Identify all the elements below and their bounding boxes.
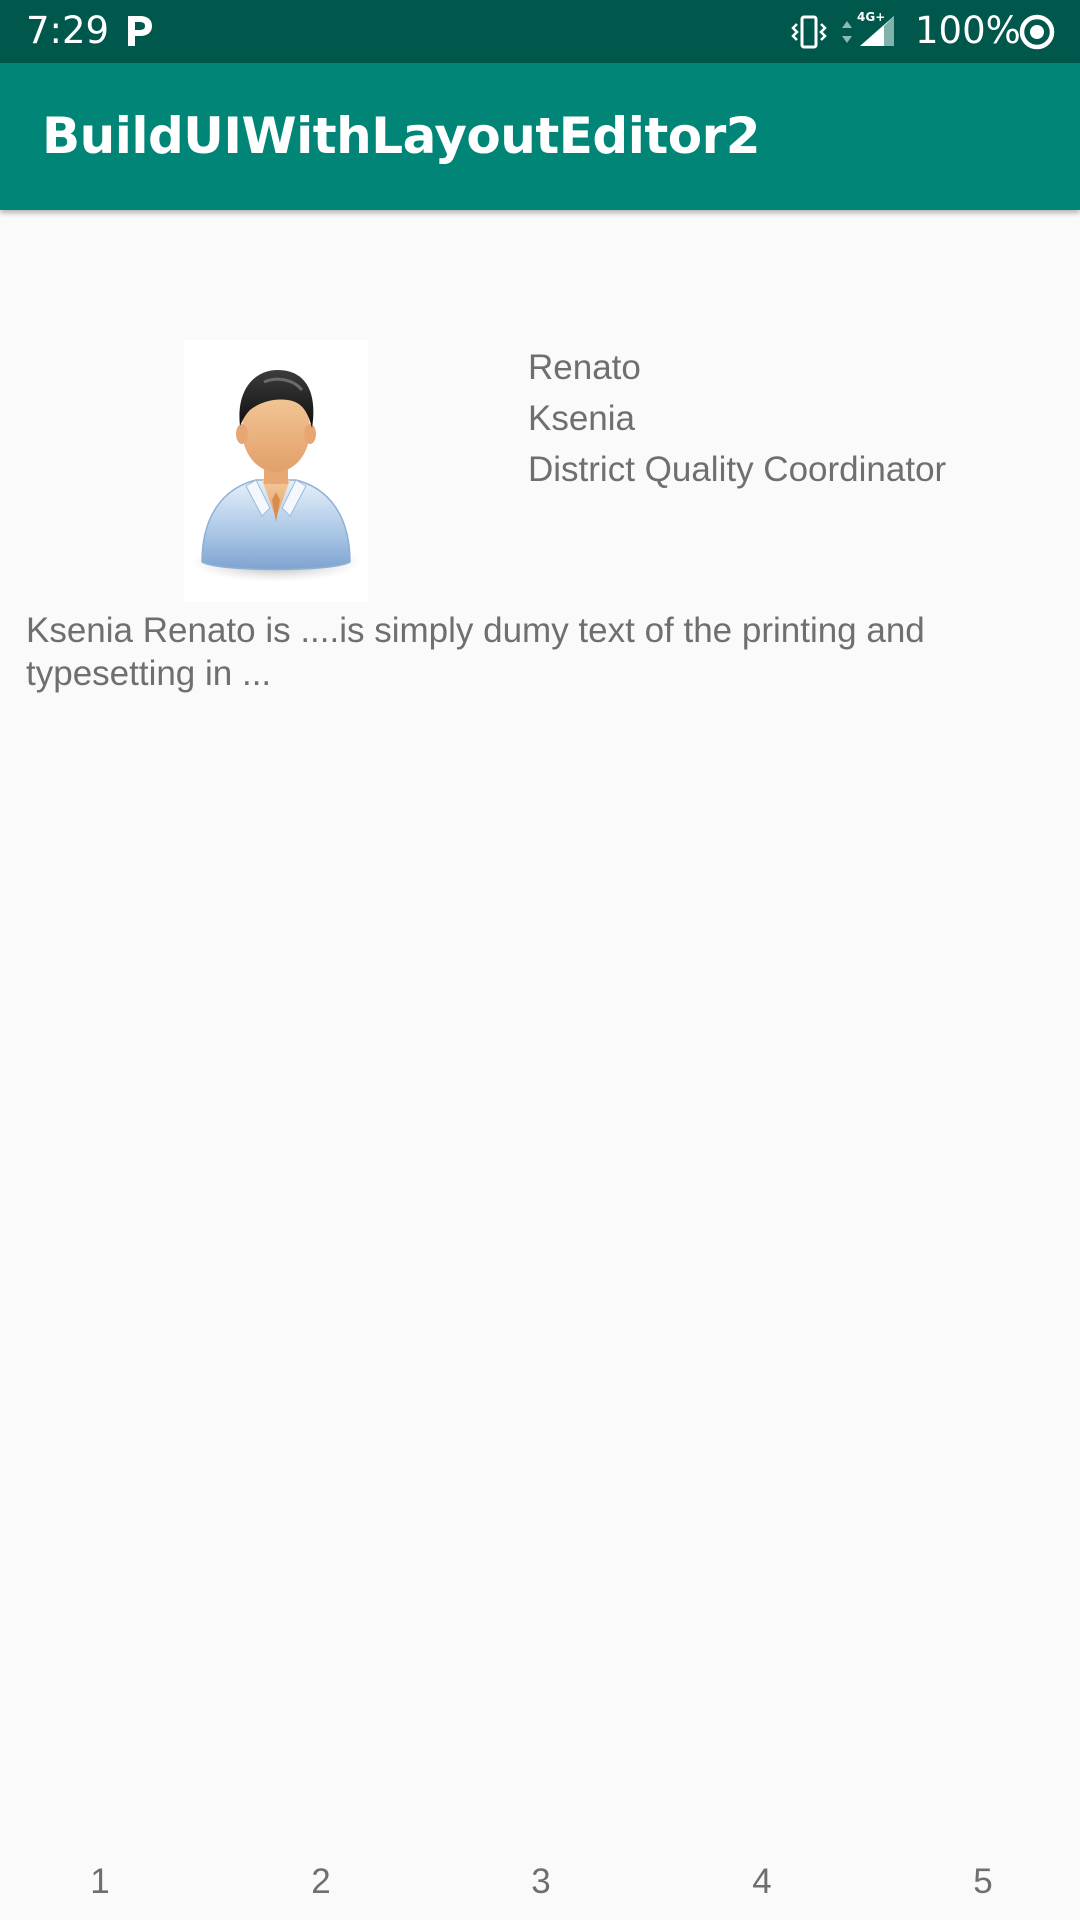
network-type: 4G+ — [857, 10, 886, 24]
battery-saver-icon — [1018, 13, 1056, 51]
app-toolbar: BuildUIWithLayoutEditor2 — [0, 63, 1080, 210]
page-5-button[interactable]: 5 — [953, 1860, 1013, 1904]
parking-app-icon — [124, 12, 156, 50]
vibrate-icon — [790, 14, 828, 50]
status-time: 7:29 — [26, 9, 110, 52]
status-bar: 7:29 4G+ 100% — [0, 0, 1080, 63]
first-name-text: Renato — [528, 348, 641, 387]
page-2-button[interactable]: 2 — [291, 1860, 351, 1904]
bio-text: Ksenia Renato is ....is simply dumy text… — [26, 611, 925, 693]
page-3-button[interactable]: 3 — [511, 1860, 571, 1904]
job-title-text: District Quality Coordinator — [528, 450, 947, 489]
battery-percentage: 100% — [915, 9, 1021, 52]
data-arrows-icon — [840, 20, 854, 44]
page-1-button[interactable]: 1 — [70, 1860, 130, 1904]
page-4-button[interactable]: 4 — [732, 1860, 792, 1904]
app-title: BuildUIWithLayoutEditor2 — [42, 107, 761, 165]
person-avatar-icon — [184, 340, 368, 602]
last-name-text: Ksenia — [528, 399, 636, 438]
pager-row: 1 2 3 4 5 — [0, 1860, 1080, 1904]
